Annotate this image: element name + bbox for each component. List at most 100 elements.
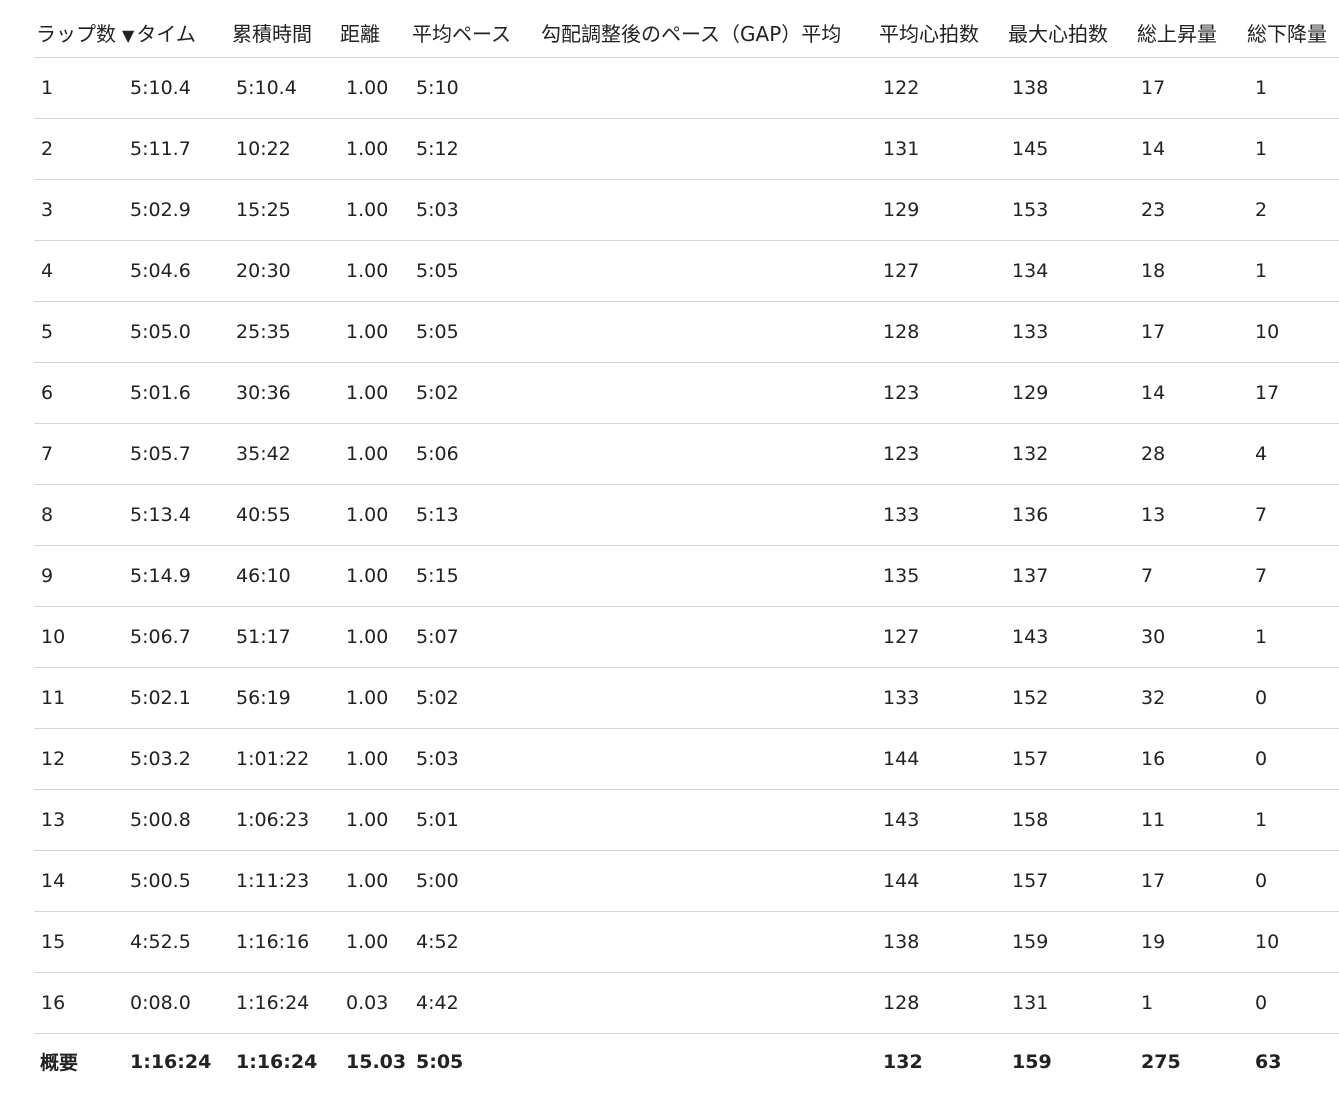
cell-cumulative: 30:36 [232,362,341,424]
cell-cumulative: 20:30 [232,240,341,302]
cell-descent: 1 [1245,789,1339,851]
table-row[interactable]: 14 5:00.5 1:11:23 1.00 5:00 144 157 17 0 [34,850,1339,912]
cell-ascent: 17 [1135,301,1246,363]
header-time[interactable]: タイム [136,22,196,46]
header-avg-pace[interactable]: 平均ペース [410,8,540,58]
cell-max-hr: 152 [1006,667,1136,729]
cell-gap [539,545,878,607]
summary-cumulative: 1:16:24 [236,1050,318,1073]
table-row[interactable]: 8 5:13.4 40:55 1.00 5:13 133 136 13 7 [34,484,1339,546]
cell-cumulative: 25:35 [232,301,341,363]
cell-avg-hr: 122 [877,57,1007,119]
header-lap[interactable]: ラップ数 [36,22,116,46]
summary-distance: 15.03 [346,1050,407,1073]
cell-max-hr: 133 [1006,301,1136,363]
header-ascent[interactable]: 総上昇量 [1135,8,1246,58]
cell-avg-pace: 5:10 [410,57,540,119]
cell-lap: 1 [34,57,128,119]
cell-time: 5:00.8 [128,789,233,851]
cell-avg-pace: 5:05 [410,240,540,302]
cell-gap [539,423,878,485]
header-descent[interactable]: 総下降量 [1245,8,1339,58]
cell-lap: 11 [34,667,128,729]
cell-distance: 1.00 [340,179,411,241]
cell-max-hr: 158 [1006,789,1136,851]
header-cumulative[interactable]: 累積時間 [232,8,341,58]
table-row[interactable]: 1 5:10.4 5:10.4 1.00 5:10 122 138 17 1 [34,57,1339,119]
cell-cumulative: 40:55 [232,484,341,546]
cell-max-hr: 157 [1006,850,1136,912]
table-row[interactable]: 13 5:00.8 1:06:23 1.00 5:01 143 158 11 1 [34,789,1339,851]
cell-cumulative: 1:06:23 [232,789,341,851]
cell-distance: 1.00 [340,606,411,668]
cell-descent: 17 [1245,362,1339,424]
cell-distance: 1.00 [340,728,411,790]
cell-descent: 0 [1245,728,1339,790]
cell-avg-pace: 5:02 [410,667,540,729]
header-max-hr[interactable]: 最大心拍数 [1006,8,1136,58]
table-row[interactable]: 4 5:04.6 20:30 1.00 5:05 127 134 18 1 [34,240,1339,302]
header-gap[interactable]: 勾配調整後のペース（GAP）平均 [539,8,878,58]
cell-time: 0:08.0 [128,972,233,1034]
cell-avg-pace: 4:52 [410,911,540,973]
cell-max-hr: 134 [1006,240,1136,302]
cell-gap [539,301,878,363]
cell-max-hr: 143 [1006,606,1136,668]
summary-lap: 概要 [40,1052,79,1074]
cell-max-hr: 131 [1006,972,1136,1034]
cell-ascent: 17 [1135,850,1246,912]
cell-gap [539,240,878,302]
cell-ascent: 28 [1135,423,1246,485]
cell-distance: 1.00 [340,545,411,607]
cell-lap: 8 [34,484,128,546]
sort-down-icon[interactable]: ▼ [122,26,134,45]
cell-cumulative: 10:22 [232,118,341,180]
cell-descent: 0 [1245,667,1339,729]
header-avg-hr[interactable]: 平均心拍数 [877,8,1007,58]
table-row[interactable]: 5 5:05.0 25:35 1.00 5:05 128 133 17 10 [34,301,1339,363]
table-row[interactable]: 9 5:14.9 46:10 1.00 5:15 135 137 7 7 [34,545,1339,607]
cell-cumulative: 1:16:16 [232,911,341,973]
cell-cumulative: 56:19 [232,667,341,729]
cell-avg-pace: 5:15 [410,545,540,607]
cell-time: 5:03.2 [128,728,233,790]
table-row[interactable]: 2 5:11.7 10:22 1.00 5:12 131 145 14 1 [34,118,1339,180]
summary-time: 1:16:24 [130,1050,212,1073]
cell-descent: 7 [1245,484,1339,546]
cell-lap: 13 [34,789,128,851]
cell-ascent: 23 [1135,179,1246,241]
cell-time: 5:14.9 [128,545,233,607]
cell-max-hr: 137 [1006,545,1136,607]
table-row[interactable]: 7 5:05.7 35:42 1.00 5:06 123 132 28 4 [34,423,1339,485]
cell-descent: 10 [1245,301,1339,363]
table-row[interactable]: 15 4:52.5 1:16:16 1.00 4:52 138 159 19 10 [34,911,1339,973]
cell-time: 5:05.7 [128,423,233,485]
cell-lap: 7 [34,423,128,485]
summary-avg-pace: 5:05 [416,1050,464,1073]
cell-time: 5:13.4 [128,484,233,546]
header-distance[interactable]: 距離 [340,8,411,58]
cell-lap: 9 [34,545,128,607]
cell-avg-hr: 133 [877,484,1007,546]
cell-time: 5:04.6 [128,240,233,302]
cell-lap: 14 [34,850,128,912]
cell-gap [539,179,878,241]
cell-time: 5:00.5 [128,850,233,912]
table-row[interactable]: 3 5:02.9 15:25 1.00 5:03 129 153 23 2 [34,179,1339,241]
table-row[interactable]: 11 5:02.1 56:19 1.00 5:02 133 152 32 0 [34,667,1339,729]
cell-ascent: 14 [1135,118,1246,180]
cell-gap [539,484,878,546]
table-row[interactable]: 6 5:01.6 30:36 1.00 5:02 123 129 14 17 [34,362,1339,424]
cell-ascent: 14 [1135,362,1246,424]
cell-avg-pace: 5:13 [410,484,540,546]
cell-avg-pace: 5:00 [410,850,540,912]
table-row[interactable]: 10 5:06.7 51:17 1.00 5:07 127 143 30 1 [34,606,1339,668]
summary-gap [539,1034,877,1090]
cell-avg-pace: 5:05 [410,301,540,363]
table-row[interactable]: 12 5:03.2 1:01:22 1.00 5:03 144 157 16 0 [34,728,1339,790]
cell-ascent: 16 [1135,728,1246,790]
cell-lap: 15 [34,911,128,973]
table-row[interactable]: 16 0:08.0 1:16:24 0.03 4:42 128 131 1 0 [34,972,1339,1034]
cell-cumulative: 1:16:24 [232,972,341,1034]
cell-descent: 0 [1245,850,1339,912]
